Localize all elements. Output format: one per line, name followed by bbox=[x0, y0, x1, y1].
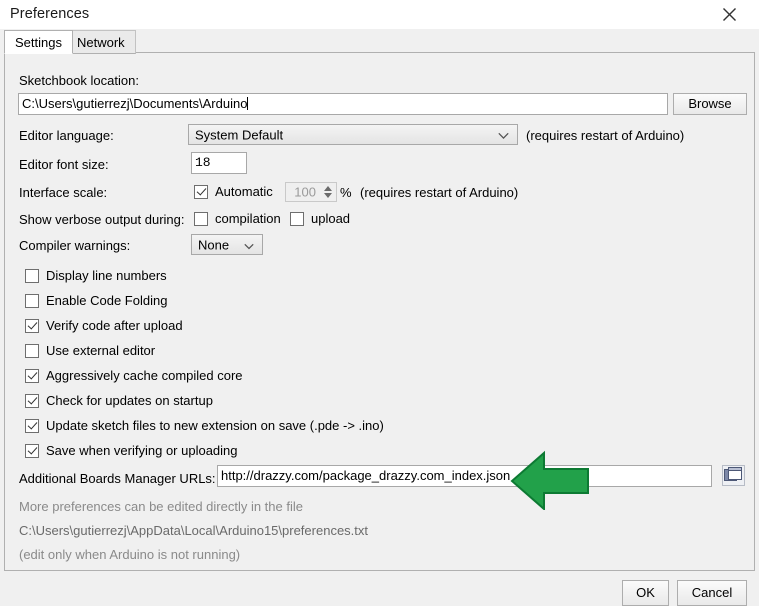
checkbox-update-sketch-files-extension[interactable]: Update sketch files to new extension on … bbox=[25, 418, 384, 433]
compiler-warnings-value: None bbox=[198, 237, 230, 252]
checkbox-label: Enable Code Folding bbox=[46, 293, 168, 308]
text-caret bbox=[247, 97, 249, 110]
tab-settings[interactable]: Settings bbox=[4, 30, 73, 54]
sketchbook-location-input[interactable]: C:\Users\gutierrezj\Documents\Arduino bbox=[18, 93, 668, 115]
interface-scale-automatic-checkbox[interactable]: Automatic bbox=[194, 184, 273, 199]
browse-button-label: Browse bbox=[688, 96, 732, 111]
verbose-upload-checkbox[interactable]: upload bbox=[290, 211, 350, 226]
checkbox-box bbox=[25, 368, 39, 383]
verbose-compilation-checkbox[interactable]: compilation bbox=[194, 211, 281, 226]
spinner-arrows-icon[interactable] bbox=[324, 186, 332, 198]
checkbox-box bbox=[25, 343, 39, 358]
footer-preferences-path: C:\Users\gutierrezj\AppData\Local\Arduin… bbox=[19, 523, 369, 538]
checkbox-label: Use external editor bbox=[46, 343, 156, 358]
footer-hint-line-1: More preferences can be edited directly … bbox=[19, 499, 303, 514]
interface-scale-label: Interface scale: bbox=[19, 185, 108, 200]
compiler-warnings-select[interactable]: None bbox=[191, 234, 263, 255]
verbose-compilation-label: compilation bbox=[215, 211, 281, 226]
tab-strip: Settings Network bbox=[0, 29, 759, 54]
sketchbook-location-label: Sketchbook location: bbox=[19, 73, 139, 88]
checkbox-box bbox=[194, 184, 208, 199]
checkbox-label: Check for updates on startup bbox=[46, 393, 213, 408]
external-window-icon bbox=[723, 467, 744, 488]
compiler-warnings-label: Compiler warnings: bbox=[19, 238, 131, 253]
checkbox-display-line-numbers[interactable]: Display line numbers bbox=[25, 268, 167, 283]
editor-font-size-label: Editor font size: bbox=[19, 157, 109, 172]
tab-network-label: Network bbox=[77, 35, 125, 50]
chevron-down-icon bbox=[244, 237, 254, 252]
sketchbook-location-value: C:\Users\gutierrezj\Documents\Arduino bbox=[22, 96, 248, 111]
editor-language-restart-note: (requires restart of Arduino) bbox=[526, 128, 685, 143]
checkbox-enable-code-folding[interactable]: Enable Code Folding bbox=[25, 293, 167, 308]
dialog-button-bar: OK Cancel bbox=[0, 572, 759, 606]
footer-hint-line-3: (edit only when Arduino is not running) bbox=[19, 547, 241, 562]
editor-font-size-value: 18 bbox=[195, 155, 211, 170]
checkbox-box bbox=[25, 293, 39, 308]
checkbox-use-external-editor[interactable]: Use external editor bbox=[25, 343, 155, 358]
checkbox-box bbox=[194, 211, 208, 226]
window-title: Preferences bbox=[10, 6, 90, 22]
title-bar: Preferences bbox=[0, 0, 759, 29]
checkbox-box bbox=[25, 443, 39, 458]
editor-language-label: Editor language: bbox=[19, 128, 114, 143]
settings-panel: Sketchbook location: C:\Users\gutierrezj… bbox=[4, 52, 755, 571]
editor-font-size-input[interactable]: 18 bbox=[191, 152, 247, 174]
checkbox-box bbox=[25, 318, 39, 333]
editor-language-value: System Default bbox=[195, 127, 284, 142]
checkbox-verify-code-after-upload[interactable]: Verify code after upload bbox=[25, 318, 183, 333]
close-icon bbox=[722, 7, 737, 22]
checkbox-save-when-verifying-or-uploading[interactable]: Save when verifying or uploading bbox=[25, 443, 238, 458]
checkbox-label: Aggressively cache compiled core bbox=[46, 368, 243, 383]
verbose-upload-label: upload bbox=[311, 211, 351, 226]
interface-scale-value: 100 bbox=[294, 184, 316, 200]
checkbox-label: Display line numbers bbox=[46, 268, 167, 283]
checkbox-label: Update sketch files to new extension on … bbox=[46, 418, 384, 433]
interface-scale-percent: % bbox=[340, 185, 352, 200]
checkbox-box bbox=[290, 211, 304, 226]
chevron-down-icon bbox=[498, 127, 509, 142]
checkbox-label: Save when verifying or uploading bbox=[46, 443, 238, 458]
checkbox-check-for-updates-on-startup[interactable]: Check for updates on startup bbox=[25, 393, 213, 408]
cancel-button-label: Cancel bbox=[691, 585, 733, 600]
tab-settings-label: Settings bbox=[15, 35, 62, 50]
checkbox-box bbox=[25, 268, 39, 283]
ok-button[interactable]: OK bbox=[622, 580, 669, 606]
editor-language-select[interactable]: System Default bbox=[188, 124, 518, 145]
interface-scale-automatic-label: Automatic bbox=[215, 184, 273, 199]
boards-manager-open-button[interactable] bbox=[722, 465, 745, 486]
interface-scale-restart-note: (requires restart of Arduino) bbox=[360, 185, 519, 200]
tab-network[interactable]: Network bbox=[66, 30, 136, 54]
verbose-output-label: Show verbose output during: bbox=[19, 212, 185, 227]
ok-button-label: OK bbox=[636, 585, 655, 600]
checkbox-box bbox=[25, 418, 39, 433]
boards-manager-urls-value: http://drazzy.com/package_drazzy.com_ind… bbox=[221, 468, 511, 483]
boards-manager-urls-label: Additional Boards Manager URLs: bbox=[19, 471, 216, 486]
close-button[interactable] bbox=[707, 0, 751, 28]
boards-manager-urls-input[interactable]: http://drazzy.com/package_drazzy.com_ind… bbox=[217, 465, 712, 487]
checkbox-label: Verify code after upload bbox=[46, 318, 183, 333]
checkbox-box bbox=[25, 393, 39, 408]
browse-button[interactable]: Browse bbox=[673, 93, 747, 115]
interface-scale-spinner[interactable]: 100 bbox=[285, 182, 337, 202]
checkbox-aggressively-cache-compiled-core[interactable]: Aggressively cache compiled core bbox=[25, 368, 243, 383]
cancel-button[interactable]: Cancel bbox=[677, 580, 747, 606]
